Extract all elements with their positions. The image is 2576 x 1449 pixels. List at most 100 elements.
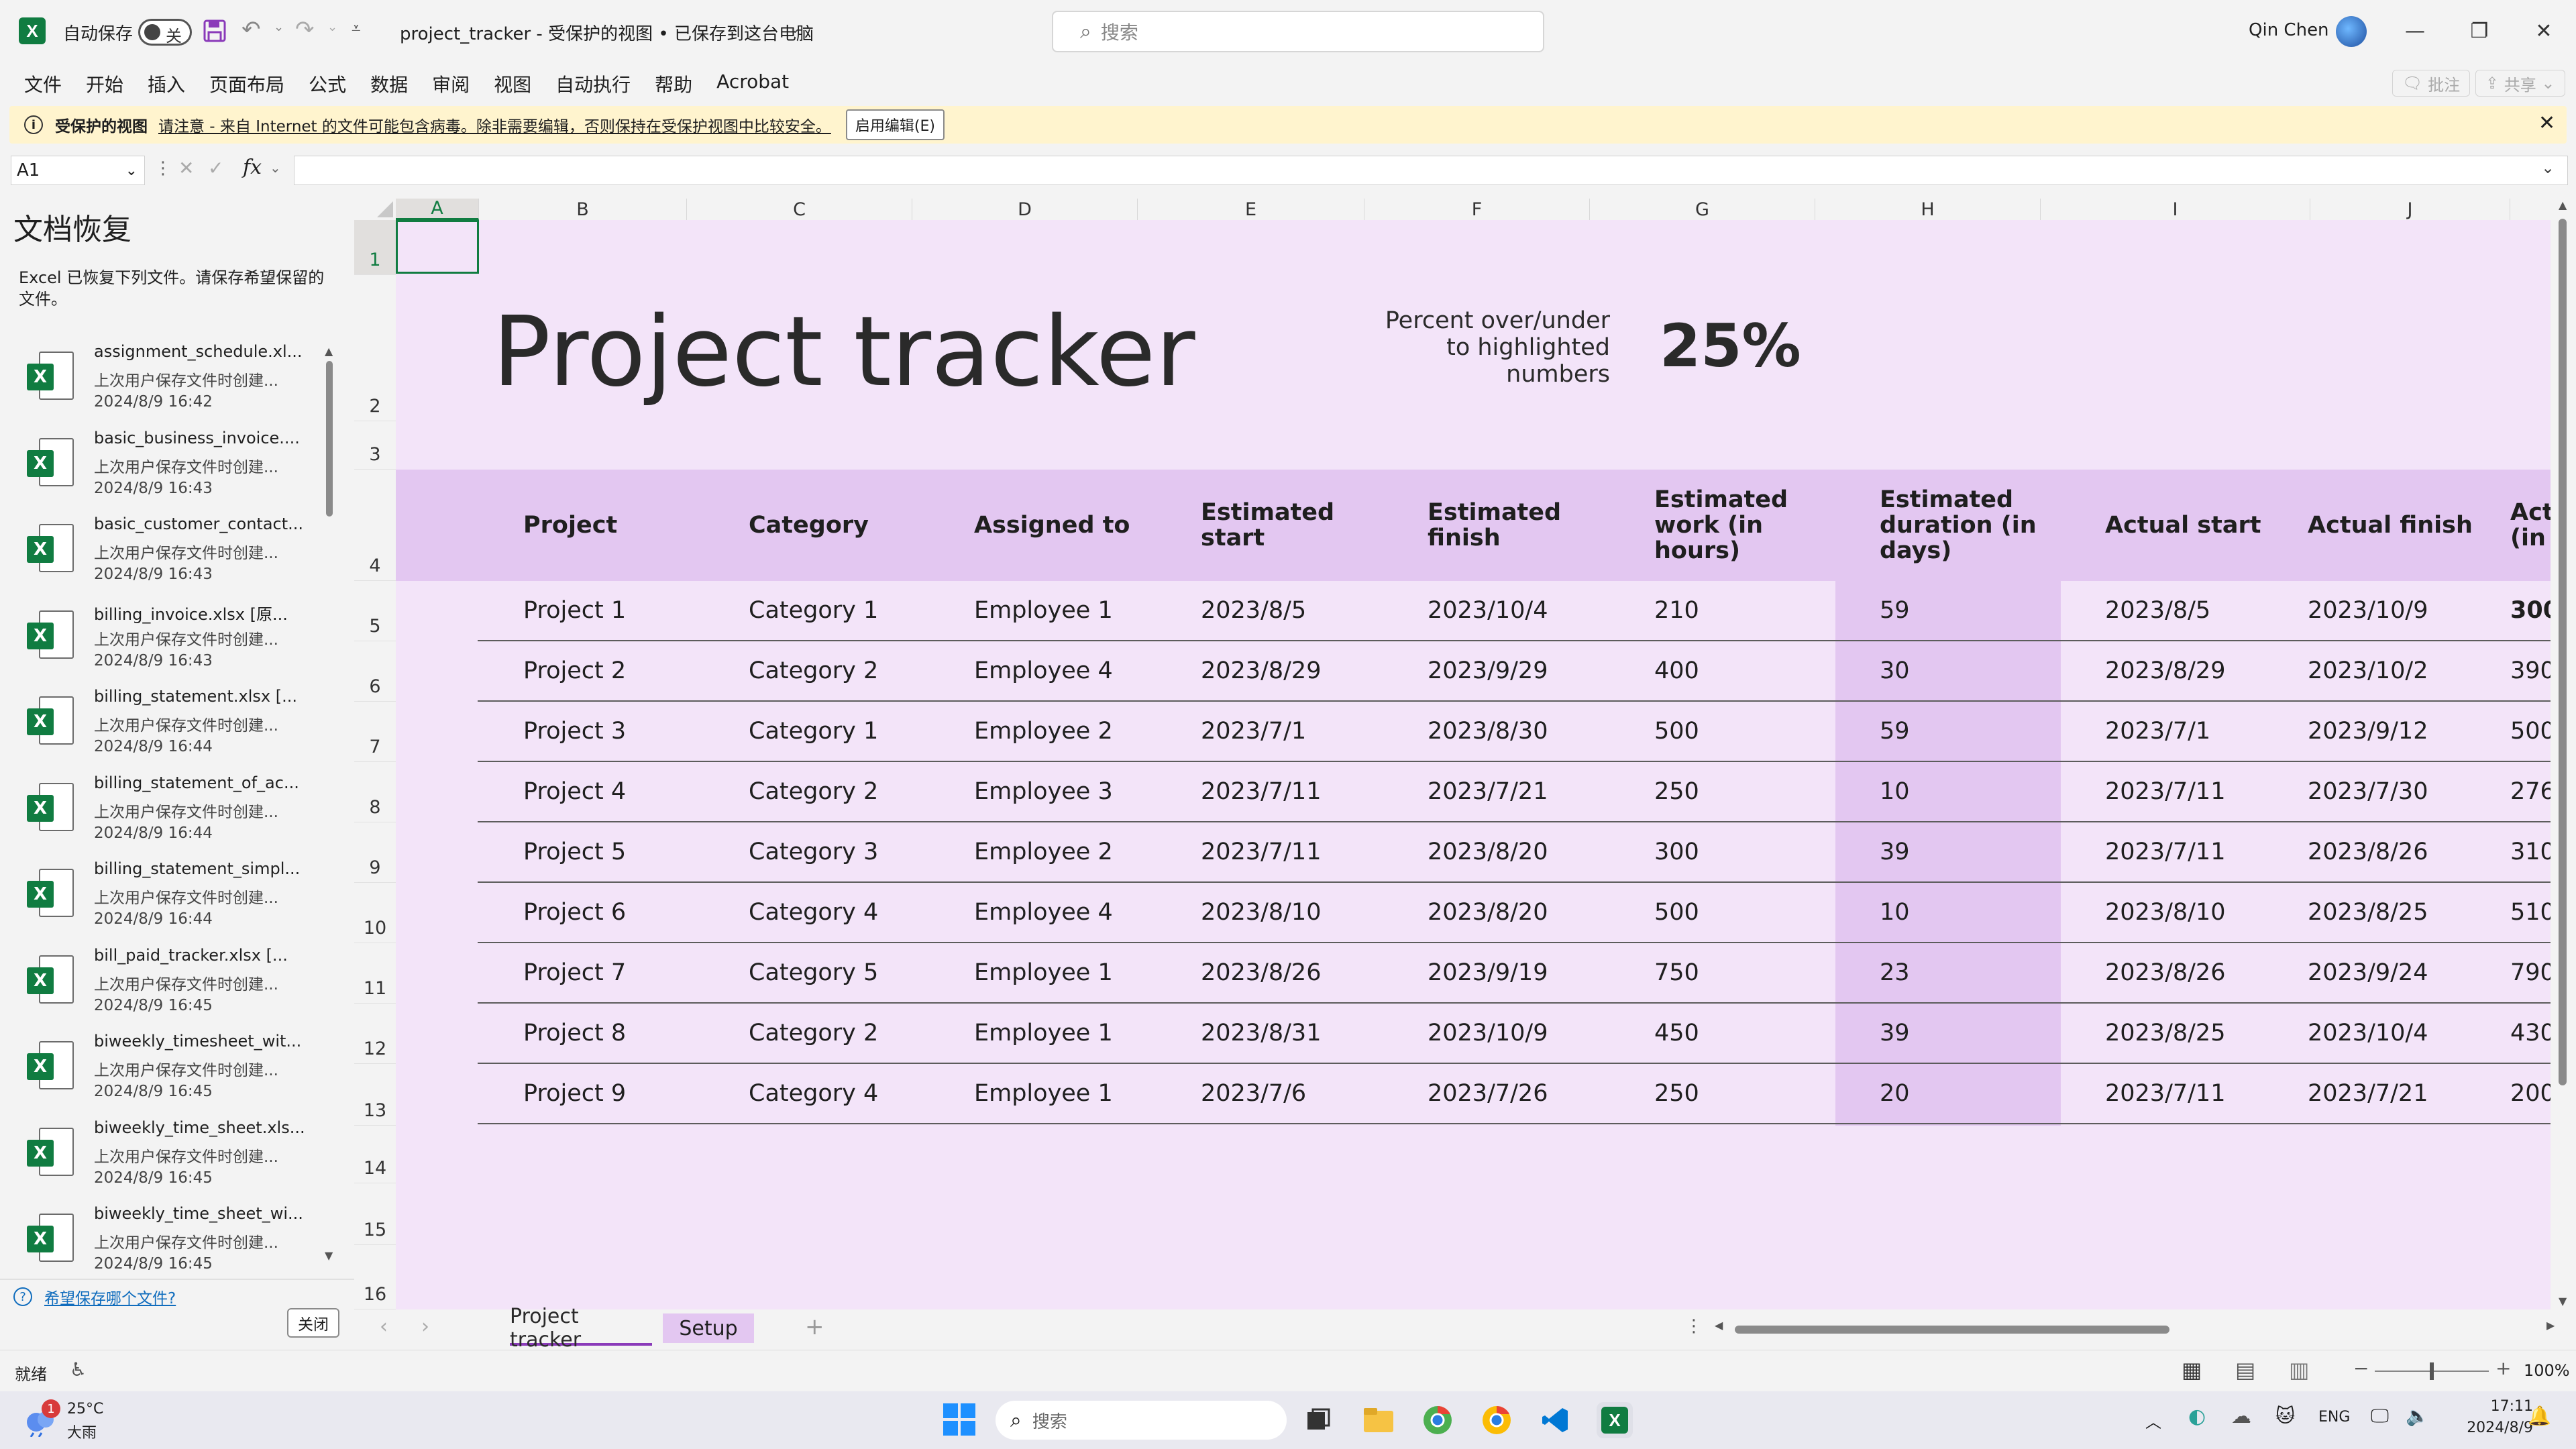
column-header-G[interactable]: G [1590,199,1815,220]
scroll-down-icon[interactable]: ▼ [2559,1295,2567,1307]
cell-est-start[interactable]: 2023/7/11 [1201,778,1321,805]
cell-actual-finish[interactable]: 2023/10/2 [2308,657,2428,684]
normal-view-icon[interactable]: ▦ [2182,1357,2202,1383]
cell-est-duration[interactable]: 10 [1880,899,1910,926]
cell-actual-work[interactable]: 500 [2510,718,2551,745]
next-sheet-icon[interactable]: › [421,1315,429,1338]
cell-actual-finish[interactable]: 2023/8/25 [2308,899,2428,926]
cell-est-work[interactable]: 250 [1654,1080,1699,1107]
accessibility-icon[interactable]: ♿ [70,1358,87,1381]
horizontal-scrollbar[interactable]: ◀ ▶ [1715,1319,2560,1335]
cell-est-finish[interactable]: 2023/9/29 [1428,657,1548,684]
cell-actual-start[interactable]: 2023/7/11 [2105,778,2225,805]
row-header-10[interactable]: 10 [354,883,396,943]
header-est-duration[interactable]: Estimated duration (in days) [1880,470,2054,581]
scroll-down-icon[interactable]: ▼ [325,1249,333,1262]
add-sheet-icon[interactable]: + [805,1313,824,1340]
zoom-in-icon[interactable]: + [2496,1357,2511,1379]
cell-actual-work[interactable]: 300 [2510,597,2551,624]
cell-est-duration[interactable]: 20 [1880,1080,1910,1107]
cell-assigned-to[interactable]: Employee 2 [974,839,1113,865]
cell-est-finish[interactable]: 2023/7/26 [1428,1080,1548,1107]
user-avatar[interactable] [2336,16,2367,47]
row-header-3[interactable]: 3 [354,421,396,470]
cell-actual-start[interactable]: 2023/7/11 [2105,1080,2225,1107]
row-header-16[interactable]: 16 [354,1245,396,1309]
row-header-15[interactable]: 15 [354,1183,396,1245]
row-header-2[interactable]: 2 [354,275,396,421]
cell-est-duration[interactable]: 10 [1880,778,1910,805]
cell-actual-finish[interactable]: 2023/9/12 [2308,718,2428,745]
cancel-icon[interactable]: ✕ [178,157,194,179]
cell-est-duration[interactable]: 59 [1880,718,1910,745]
cell-project[interactable]: Project 3 [523,718,626,745]
minimize-icon[interactable]: — [2383,0,2447,62]
autosave-toggle[interactable]: 关 [138,19,192,46]
column-header-B[interactable]: B [479,199,687,220]
enable-editing-button[interactable]: 启用编辑(E) [845,109,945,140]
row-header-4[interactable]: 4 [354,470,396,581]
cell-actual-finish[interactable]: 2023/8/26 [2308,839,2428,865]
more-options-icon[interactable]: ⋮ [154,158,172,178]
chrome-profile-icon[interactable] [1479,1402,1515,1438]
scroll-up-icon[interactable]: ▲ [2559,199,2567,211]
header-est-start[interactable]: Estimated start [1201,470,1362,581]
cell-assigned-to[interactable]: Employee 1 [974,1020,1113,1046]
cell-assigned-to[interactable]: Employee 3 [974,778,1113,805]
user-name[interactable]: Qin Chen [2249,20,2329,40]
fx-icon[interactable]: fx [243,156,262,179]
column-header-D[interactable]: D [912,199,1138,220]
cell-est-work[interactable]: 750 [1654,959,1699,986]
cell-actual-start[interactable]: 2023/7/11 [2105,839,2225,865]
row-header-6[interactable]: 6 [354,641,396,702]
document-title[interactable]: project_tracker - 受保护的视图 • 已保存到这台电脑 [400,20,814,45]
tray-app-icon[interactable]: 🐱 [2275,1405,2295,1427]
recovery-file-item[interactable]: Xbill_paid_tracker.xlsx [... 上次用户保存文件时创建.… [27,946,322,1032]
recovery-help[interactable]: ? 希望保存哪个文件? [13,1285,176,1308]
row-header-1[interactable]: 1 [354,220,396,275]
row-header-11[interactable]: 11 [354,943,396,1004]
tab-options-icon[interactable]: ⋮ [1685,1316,1703,1336]
cell-est-start[interactable]: 2023/8/26 [1201,959,1321,986]
header-actual-finish[interactable]: Actual finish [2308,470,2509,581]
menu-item-8[interactable]: 自动执行 [555,70,631,97]
cell-actual-start[interactable]: 2023/8/26 [2105,959,2225,986]
column-header-C[interactable]: C [687,199,912,220]
row-header-8[interactable]: 8 [354,762,396,822]
name-box[interactable]: A1 ⌄ [11,156,145,185]
enter-icon[interactable]: ✓ [208,157,223,179]
menu-item-9[interactable]: 帮助 [655,70,692,97]
cell-category[interactable]: Category 1 [749,597,878,624]
cell-project[interactable]: Project 5 [523,839,626,865]
cell-est-duration[interactable]: 30 [1880,657,1910,684]
formula-input[interactable] [294,156,2568,185]
menu-item-5[interactable]: 数据 [370,70,408,97]
cell-category[interactable]: Category 1 [749,718,878,745]
input-language[interactable]: ENG [2318,1409,2350,1426]
excel-taskbar-icon[interactable]: X [1597,1402,1633,1438]
tray-expand-icon[interactable]: ︿ [2145,1409,2161,1432]
fx-dropdown-icon[interactable]: ⌄ [270,160,281,176]
cell-category[interactable]: Category 3 [749,839,878,865]
expand-formula-icon[interactable]: ⌄ [2541,158,2555,177]
vertical-scrollbar[interactable]: ▲ ▼ [2551,199,2576,1309]
cell-est-finish[interactable]: 2023/9/19 [1428,959,1548,986]
title-chevron-down-icon[interactable]: ⌄ [789,20,801,37]
vertical-scroll-thumb[interactable] [2559,219,2567,1085]
recovery-file-item[interactable]: Xbilling_statement_simpl... 上次用户保存文件时创建..… [27,859,322,945]
recovery-file-item[interactable]: Xbiweekly_timesheet_wit... 上次用户保存文件时创建...… [27,1032,322,1118]
header-est-work[interactable]: Estimated work (in hours) [1654,470,1829,581]
cell-actual-work[interactable]: 430 [2510,1020,2551,1046]
cell-actual-work[interactable]: 510 [2510,899,2551,926]
cell-assigned-to[interactable]: Employee 1 [974,597,1113,624]
menu-item-0[interactable]: 文件 [24,70,62,97]
recovery-file-item[interactable]: Xbasic_business_invoice.... 上次用户保存文件时创建..… [27,429,322,515]
notification-bell-icon[interactable]: 🔔 [2528,1405,2551,1427]
menu-item-2[interactable]: 插入 [148,70,185,97]
cell-actual-finish[interactable]: 2023/10/9 [2308,597,2428,624]
row-header-9[interactable]: 9 [354,822,396,883]
row-header-12[interactable]: 12 [354,1004,396,1064]
zoom-slider[interactable] [2375,1362,2489,1380]
sheet-tab-setup[interactable]: Setup [663,1313,754,1343]
cell-est-work[interactable]: 450 [1654,1020,1699,1046]
